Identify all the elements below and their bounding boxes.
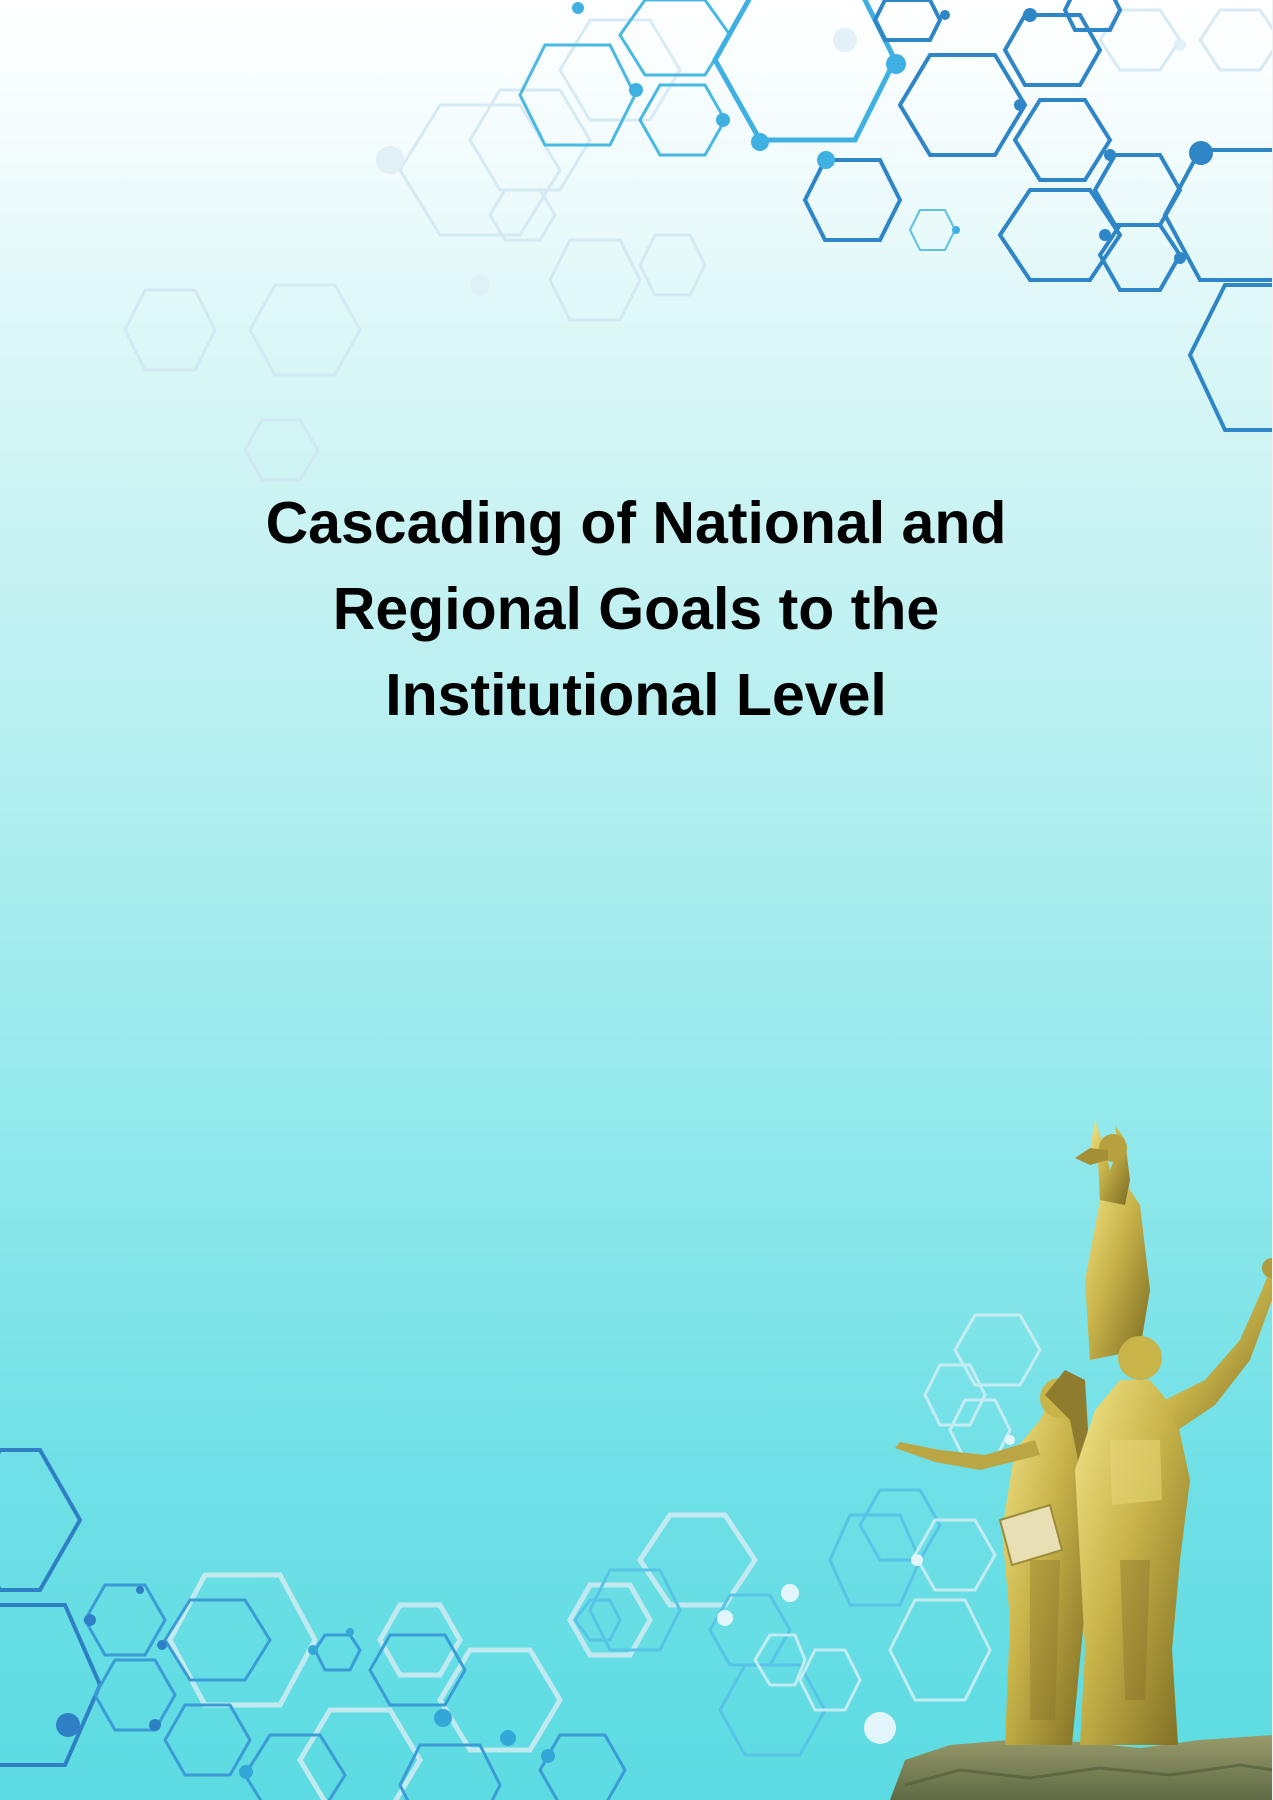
hexagon-pattern-icon: [123, 8, 1273, 482]
hexagon-pattern-icon: [712, 0, 898, 143]
hexagon-pattern-icon: [167, 1512, 759, 1800]
title-line-3: Institutional Level: [385, 662, 887, 728]
page-title: Cascading of National and Regional Goals…: [136, 480, 1136, 738]
hexagon-pattern-icon: [83, 1583, 627, 1800]
golden-monument-statue-icon: [890, 1120, 1273, 1800]
document-page: Cascading of National and Regional Goals…: [0, 0, 1273, 1800]
hexagon-pattern-icon: [802, 0, 1273, 432]
title-line-2: Regional Goals to the: [332, 576, 940, 642]
hexagon-pattern-icon: [518, 0, 732, 157]
hexagon-pattern-icon: [908, 209, 957, 251]
hexagon-pattern-icon: [0, 1448, 103, 1767]
hexagon-pattern-icon: [753, 1313, 1042, 1712]
background-decoration: [0, 0, 1273, 1800]
title-line-1: Cascading of National and: [265, 490, 1007, 556]
hexagon-pattern-icon: [573, 1488, 942, 1757]
